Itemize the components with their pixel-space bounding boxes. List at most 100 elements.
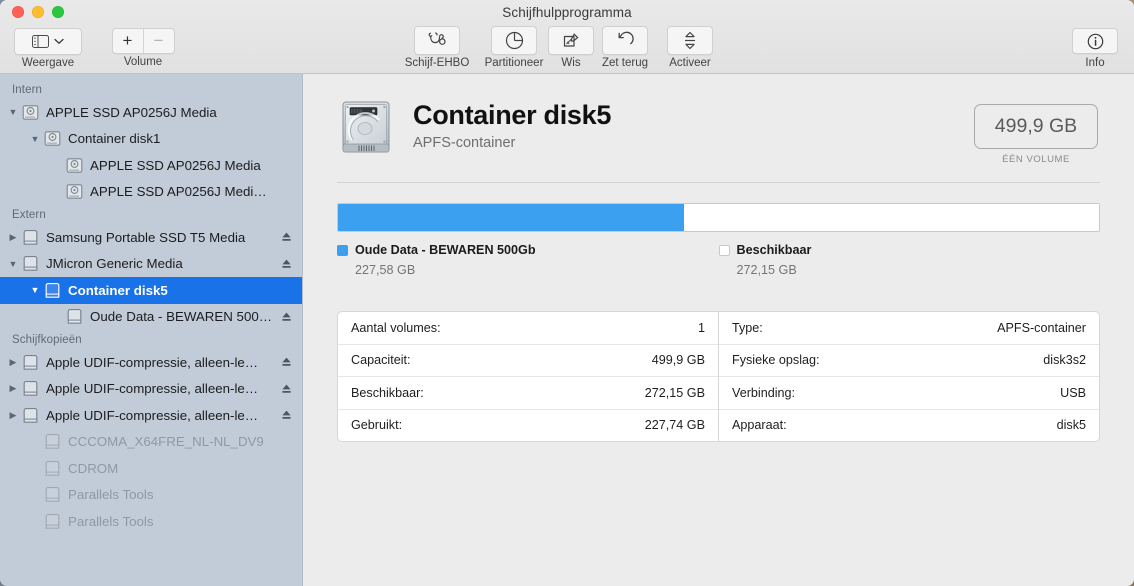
- detail-row: Capaciteit: 499,9 GB: [338, 343, 718, 377]
- internal-disk-icon: [42, 130, 62, 147]
- sidebar-item[interactable]: ▶Oude Data - BEWAREN 500…: [0, 304, 302, 331]
- disclosure-triangle[interactable]: ▶: [6, 232, 20, 243]
- sidebar-item[interactable]: ▶CCCOMA_X64FRE_NL-NL_DV9: [0, 429, 302, 456]
- disclosure-triangle[interactable]: ▶: [6, 410, 20, 421]
- view-button[interactable]: [14, 28, 82, 55]
- restore-button[interactable]: [602, 26, 648, 55]
- detail-value: USB: [1060, 385, 1086, 400]
- detail-row: Beschikbaar: 272,15 GB: [338, 376, 718, 409]
- sidebar-item[interactable]: ▶ Apple UDIF-compressie, alleen-le…: [0, 349, 302, 376]
- disclosure-triangle[interactable]: ▼: [6, 259, 20, 269]
- toolbar: Schijfhulpprogramma Weergave + − Volume …: [0, 0, 1134, 74]
- sidebar-item-label: APPLE SSD AP0256J Media: [46, 104, 217, 120]
- sidebar-item-label: Apple UDIF-compressie, alleen-le…: [46, 381, 259, 397]
- sidebar-item[interactable]: ▼ JMicron Generic Media: [0, 251, 302, 278]
- detail-label: Apparaat:: [732, 418, 787, 433]
- detail-row: Aantal volumes: 1: [338, 312, 718, 344]
- usage-bar-free-segment[interactable]: [684, 204, 1099, 231]
- details-tables: Aantal volumes: 1 Capaciteit: 499,9 GB Besch…: [337, 311, 1100, 442]
- sidebar-item[interactable]: ▶APPLE SSD AP0256J Media -…: [0, 179, 302, 206]
- window-title: Schijfhulpprogramma: [502, 5, 632, 20]
- sidebar-item[interactable]: ▶ Apple UDIF-compressie, alleen-le…: [0, 402, 302, 429]
- legend-name: Oude Data - BEWAREN 500Gb: [355, 243, 536, 257]
- detail-row: Gebruikt: 227,74 GB: [338, 408, 718, 442]
- sidebar-item-label: Parallels Tools: [68, 487, 154, 503]
- page-title: Container disk5: [413, 100, 612, 130]
- erase-button[interactable]: [548, 26, 594, 55]
- view-label: Weergave: [21, 57, 75, 69]
- external-disk-icon: [20, 407, 40, 424]
- disk-subtitle: APFS-container: [413, 135, 516, 152]
- eject-icon[interactable]: [278, 258, 294, 270]
- detail-label: Fysieke opslag:: [732, 353, 820, 368]
- mount-button[interactable]: [667, 26, 713, 55]
- sidebar-item-label: CCCOMA_X64FRE_NL-NL_DV9: [68, 434, 264, 450]
- erase-icon: [562, 32, 581, 50]
- sidebar-item[interactable]: ▶Parallels Tools: [0, 508, 302, 535]
- disclosure-triangle[interactable]: ▼: [28, 285, 42, 295]
- eject-icon[interactable]: [278, 311, 294, 323]
- eject-icon[interactable]: [278, 383, 294, 395]
- sidebar-item[interactable]: ▶ Samsung Portable SSD T5 Media: [0, 224, 302, 251]
- sidebar-item[interactable]: ▼ Container disk5: [0, 277, 302, 304]
- sidebar: Intern ▼ APPLE SSD AP0256J Media ▼ Container…: [0, 74, 303, 586]
- sidebar-item[interactable]: ▼ APPLE SSD AP0256J Media: [0, 99, 302, 126]
- info-circle-icon: [1087, 33, 1104, 50]
- legend-entry: Oude Data - BEWAREN 500Gb 227,58 GB: [337, 243, 719, 277]
- info-button[interactable]: [1072, 28, 1118, 54]
- detail-value: APFS-container: [997, 320, 1086, 335]
- internal-disk-icon: [64, 157, 84, 174]
- first-aid-label: Schijf-EHBO: [404, 57, 470, 69]
- window-body: Intern ▼ APPLE SSD AP0256J Media ▼ Container…: [0, 74, 1134, 586]
- sidebar-item[interactable]: ▶CDROM: [0, 455, 302, 482]
- legend-swatch: [718, 244, 730, 256]
- usage-bar: [337, 203, 1100, 232]
- sidebar-group-header: Intern: [12, 84, 43, 96]
- sidebar-group-header: Extern: [12, 209, 46, 221]
- sidebar-item[interactable]: ▶APPLE SSD AP0256J Media: [0, 152, 302, 179]
- sidebar-item-label: Parallels Tools: [68, 513, 154, 529]
- external-disk-icon: [42, 460, 62, 477]
- detail-label: Gebruikt:: [351, 418, 403, 433]
- usage-bar-used-segment[interactable]: [338, 204, 685, 231]
- first-aid-button[interactable]: [414, 26, 460, 55]
- chevron-down-icon: [54, 38, 64, 45]
- details-table-right: Type: APFS-container Fysieke opslag: disk3s…: [718, 311, 1100, 442]
- detail-value: disk3s2: [1043, 353, 1086, 368]
- sidebar-item-label: APPLE SSD AP0256J Media: [90, 157, 261, 173]
- disclosure-triangle[interactable]: ▼: [6, 107, 20, 117]
- sidebar-item[interactable]: ▶Parallels Tools: [0, 482, 302, 509]
- disclosure-triangle[interactable]: ▶: [6, 357, 20, 368]
- eject-icon[interactable]: [278, 356, 294, 368]
- details-table-left: Aantal volumes: 1 Capaciteit: 499,9 GB Besch…: [337, 311, 718, 442]
- disclosure-triangle[interactable]: ▼: [28, 134, 42, 144]
- detail-value: disk5: [1056, 418, 1086, 433]
- internal-disk-icon: [20, 104, 40, 121]
- mount-label: Activeer: [669, 57, 711, 69]
- sidebar-item[interactable]: ▶ Apple UDIF-compressie, alleen-le…: [0, 376, 302, 403]
- eject-icon[interactable]: [278, 409, 294, 421]
- eject-icon[interactable]: [278, 231, 294, 243]
- detail-label: Type:: [732, 320, 763, 335]
- sidebar-item[interactable]: ▼ Container disk1: [0, 126, 302, 153]
- volume-control: + − Volume: [104, 28, 182, 68]
- partition-label: Partitioneer: [484, 57, 544, 69]
- detail-label: Aantal volumes:: [351, 320, 441, 335]
- sidebar-item-label: Container disk1: [68, 131, 161, 147]
- sidebar-item-label: APPLE SSD AP0256J Media -…: [90, 184, 274, 200]
- pie-chart-icon: [505, 31, 524, 50]
- detail-row: Fysieke opslag: disk3s2: [719, 343, 1099, 377]
- add-volume-button[interactable]: +: [113, 29, 143, 53]
- restore-label: Zet terug: [601, 57, 649, 69]
- external-disk-icon: [20, 380, 40, 397]
- disclosure-triangle[interactable]: ▶: [6, 383, 20, 394]
- remove-volume-button: −: [142, 29, 174, 53]
- external-disk-icon: [42, 513, 62, 530]
- stethoscope-icon: [427, 31, 448, 50]
- legend-value: 272,15 GB: [736, 263, 797, 277]
- legend-entry: Beschikbaar 272,15 GB: [718, 243, 1101, 277]
- info-label: Info: [1085, 56, 1105, 69]
- usage-legend: Oude Data - BEWAREN 500Gb 227,58 GB Beschi…: [337, 243, 1100, 277]
- detail-label: Beschikbaar:: [351, 385, 424, 400]
- partition-button[interactable]: [491, 26, 537, 55]
